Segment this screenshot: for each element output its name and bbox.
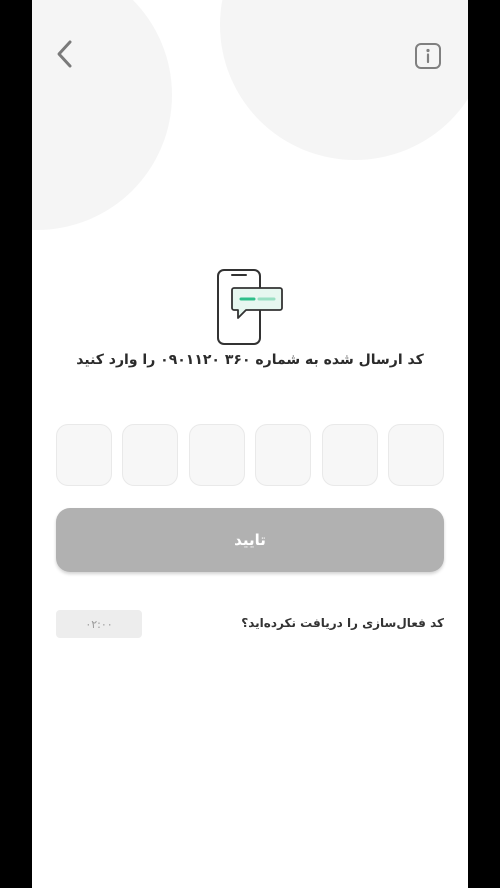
background-decoration-left (32, 0, 172, 230)
otp-digit-input[interactable] (188, 424, 245, 486)
resend-question: کد فعال‌سازی را دریافت نکرده‌اید؟ (241, 616, 444, 630)
otp-digit-input[interactable] (321, 424, 378, 486)
chevron-left-icon (57, 40, 72, 68)
otp-digit-input[interactable] (56, 424, 112, 486)
resend-timer: ۰۲:۰۰ (56, 610, 142, 638)
otp-input-group (56, 424, 444, 488)
instruction-text: کد ارسال شده به شماره ۳۶۰ ۰۹۰۱۱۲۰ را وار… (76, 352, 424, 368)
otp-digit-input[interactable] (387, 424, 444, 486)
background-decoration-right (220, 0, 468, 160)
info-icon (415, 43, 441, 69)
info-button[interactable] (414, 42, 442, 70)
back-button[interactable] (48, 36, 80, 72)
otp-verification-screen: کد ارسال شده به شماره ۳۶۰ ۰۹۰۱۱۲۰ را وار… (32, 0, 468, 888)
otp-digit-input[interactable] (122, 424, 179, 486)
otp-digit-input[interactable] (255, 424, 312, 486)
confirm-button[interactable]: تایید (56, 508, 444, 572)
phone-sms-icon (217, 269, 283, 345)
phone-sms-illustration (214, 268, 286, 348)
